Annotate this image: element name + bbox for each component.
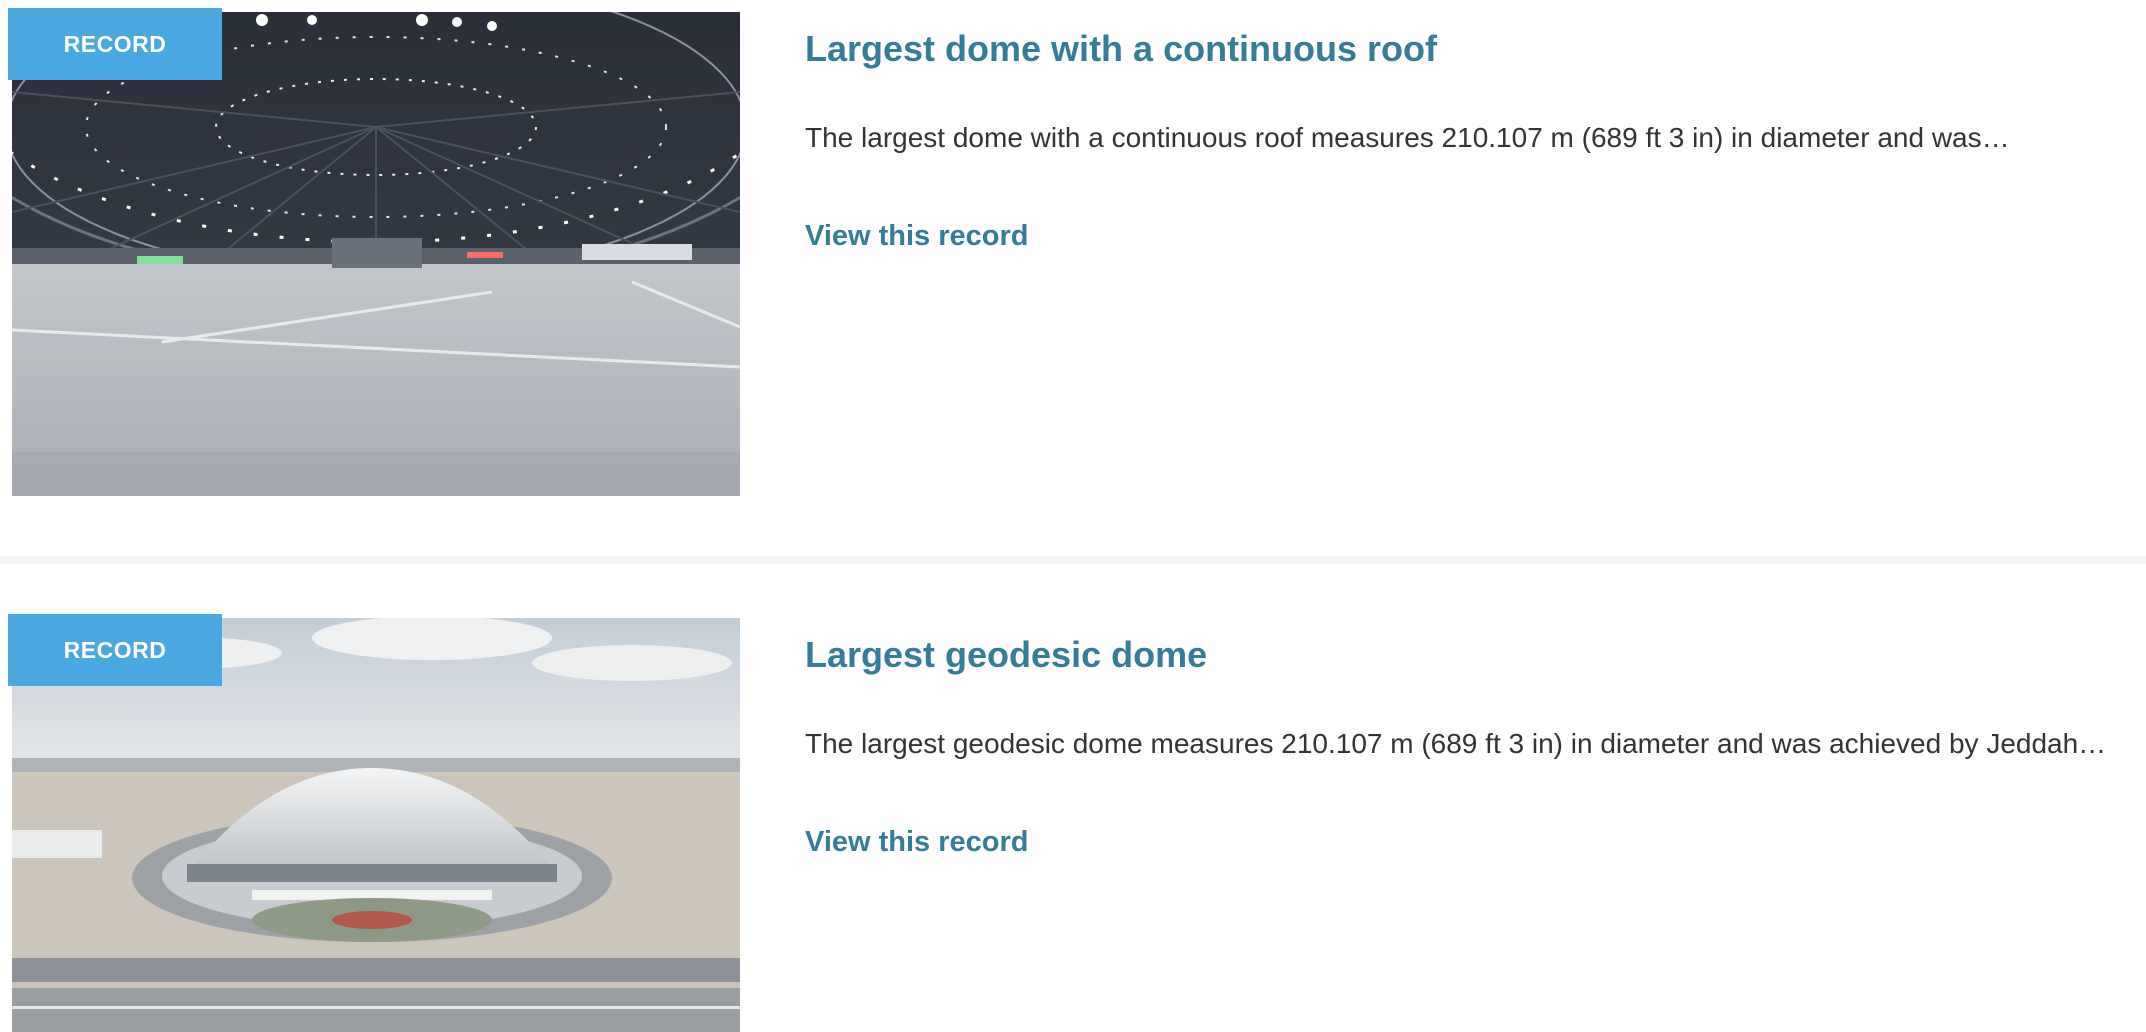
record-title[interactable]: Largest dome with a continuous roof (805, 24, 2125, 74)
view-record-link[interactable]: View this record (805, 822, 1029, 862)
record-title[interactable]: Largest geodesic dome (805, 630, 2125, 680)
record-description: The largest dome with a continuous roof … (805, 122, 2010, 153)
record-card: RECORD Largest geodesic dome The largest… (0, 564, 2146, 1032)
record-image-dome-interior[interactable] (12, 12, 740, 496)
card-divider (0, 556, 2146, 564)
record-description: The largest geodesic dome measures 210.1… (805, 728, 2107, 759)
view-record-link[interactable]: View this record (805, 216, 1029, 256)
record-text-block: Largest dome with a continuous roof The … (805, 24, 2125, 256)
record-text-block: Largest geodesic dome The largest geodes… (805, 630, 2125, 862)
record-card: RECORD Largest dome with a continuous ro… (0, 0, 2146, 556)
record-badge: RECORD (8, 614, 222, 686)
record-badge: RECORD (8, 8, 222, 80)
